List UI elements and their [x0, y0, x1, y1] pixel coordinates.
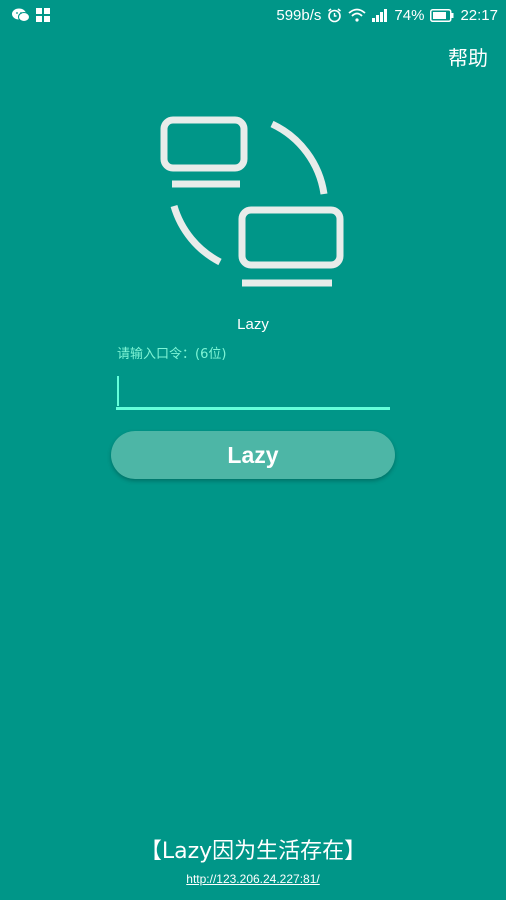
- footer-url-link[interactable]: http://123.206.24.227:81/: [0, 872, 506, 886]
- text-caret: [117, 376, 119, 406]
- lazy-submit-button[interactable]: Lazy: [111, 431, 395, 479]
- status-bar: 599b/s 74% 22:17: [0, 0, 506, 30]
- wifi-icon: [348, 8, 367, 22]
- password-label: 请输入口令：(6位): [117, 347, 227, 362]
- status-bar-left: [12, 7, 51, 23]
- app-name: Lazy: [237, 316, 269, 333]
- password-field-container: [116, 372, 390, 410]
- wechat-icon: [12, 7, 30, 23]
- network-speed: 599b/s: [276, 6, 322, 24]
- signal-icon: [372, 8, 388, 22]
- help-button[interactable]: 帮助: [448, 42, 488, 71]
- status-bar-right: 599b/s 74% 22:17: [276, 8, 498, 23]
- password-input[interactable]: [116, 372, 390, 407]
- alarm-icon: [327, 7, 342, 23]
- footer-slogan: 【Lazy因为生活存在】: [139, 839, 367, 864]
- battery-percent: 74%: [394, 6, 425, 24]
- battery-icon: [430, 8, 454, 22]
- app-grid-icon: [36, 7, 51, 23]
- app-logo: [160, 112, 350, 292]
- clock: 22:17: [460, 6, 498, 24]
